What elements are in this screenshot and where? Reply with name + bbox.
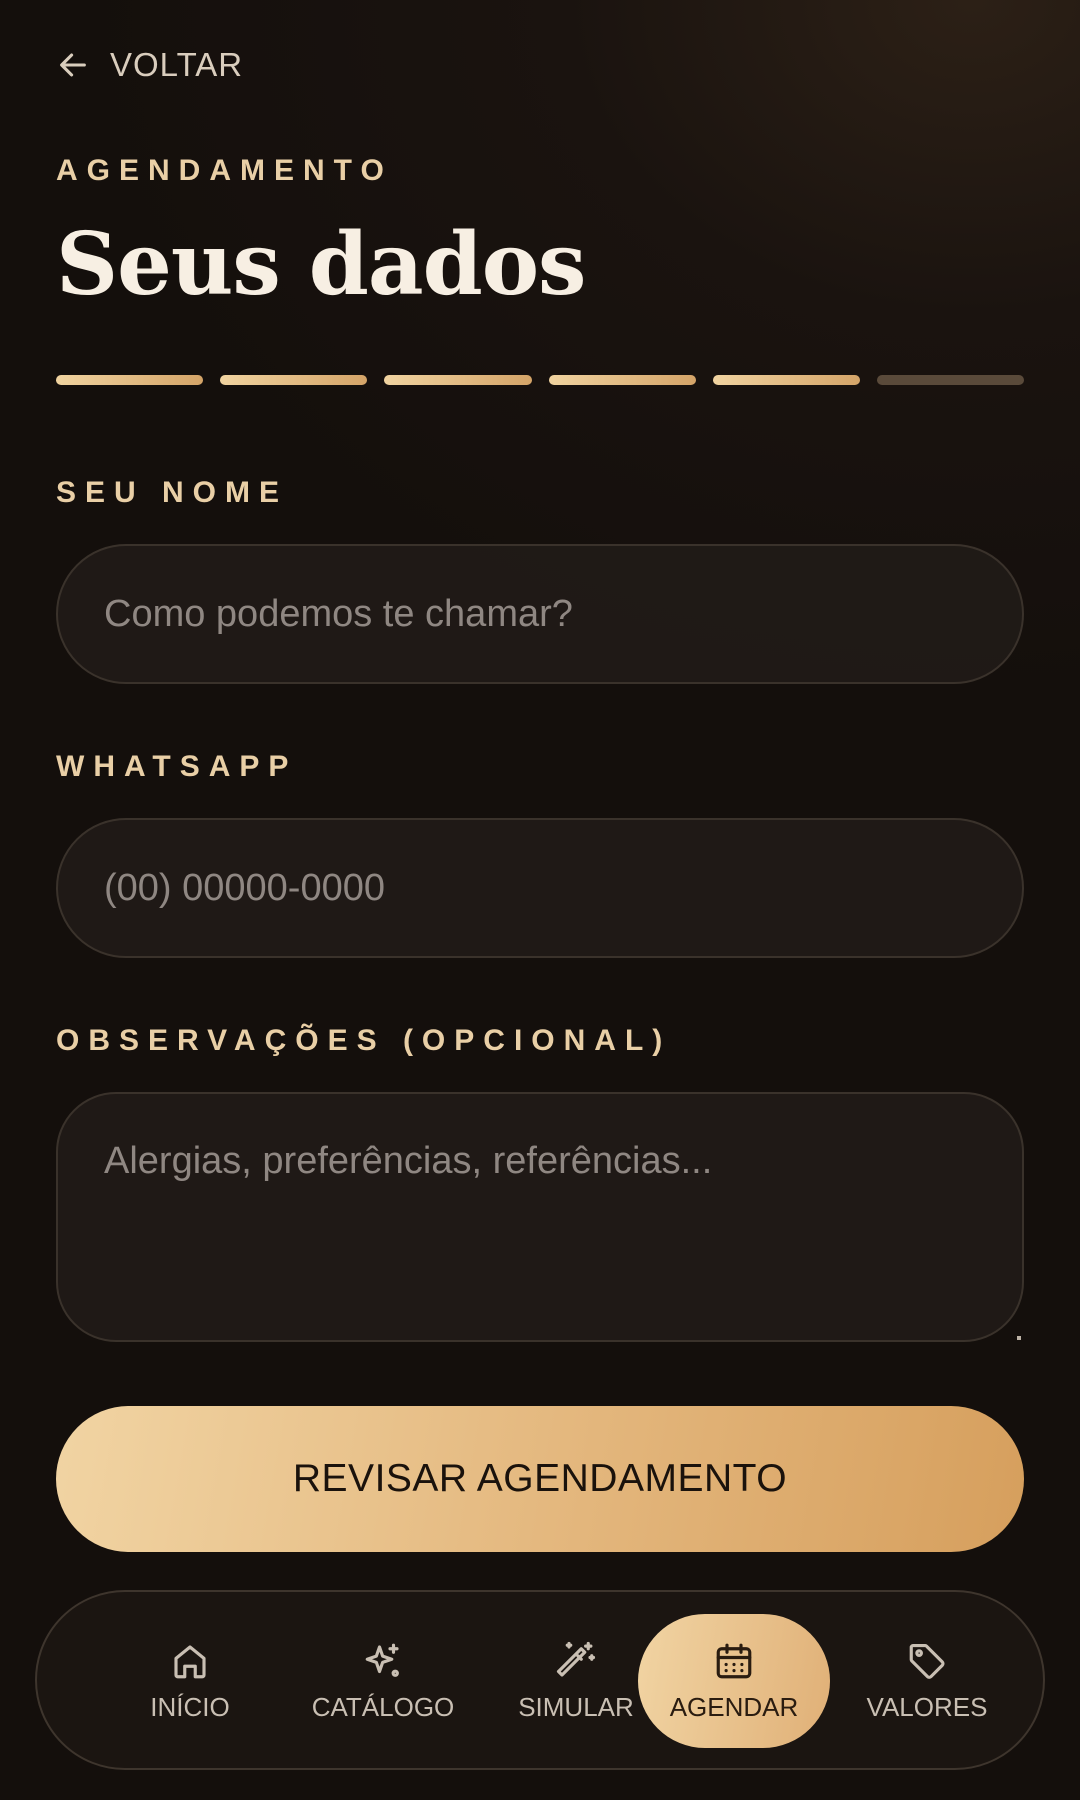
home-icon — [174, 1644, 206, 1678]
nav-label: CATÁLOGO — [311, 1691, 455, 1722]
review-booking-label: REVISAR AGENDAMENTO — [292, 1457, 788, 1500]
progress-step — [384, 375, 532, 385]
page-title: Seus dados — [56, 214, 586, 315]
nav-item-valores[interactable]: VALORES — [831, 1614, 1023, 1748]
sparkles-icon — [365, 1643, 399, 1677]
arrow-left-icon — [60, 53, 86, 77]
progress-step — [548, 375, 696, 385]
back-button[interactable]: VOLTAR — [56, 46, 243, 84]
calendar-icon — [716, 1643, 752, 1678]
tag-icon — [909, 1643, 945, 1679]
nav-label: VALORES — [866, 1691, 988, 1722]
notes-label: OBSERVAÇÕES (OPCIONAL) — [56, 1024, 672, 1057]
name-input[interactable]: Como podemos te chamar? — [56, 544, 1024, 684]
nav-item-catalogo[interactable]: CATÁLOGO — [287, 1614, 479, 1748]
review-booking-button[interactable]: REVISAR AGENDAMENTO — [56, 1406, 1024, 1552]
name-placeholder: Como podemos te chamar? — [104, 592, 573, 635]
progress-step — [56, 375, 204, 385]
whatsapp-placeholder: (00) 00000-0000 — [104, 866, 385, 909]
magic-wand-icon — [556, 1641, 596, 1677]
back-label: VOLTAR — [110, 46, 244, 83]
progress-stepper — [56, 375, 1025, 385]
section-eyebrow: AGENDAMENTO — [56, 154, 393, 187]
nav-label: INÍCIO — [150, 1691, 230, 1722]
nav-item-inicio[interactable]: INÍCIO — [94, 1614, 286, 1748]
progress-step — [876, 375, 1025, 385]
progress-step — [712, 375, 860, 385]
nav-label: AGENDAR — [669, 1691, 799, 1722]
whatsapp-input[interactable]: (00) 00000-0000 — [56, 818, 1024, 958]
name-label: SEU NOME — [56, 476, 289, 509]
nav-label: SIMULAR — [518, 1691, 634, 1722]
nav-item-agendar[interactable]: AGENDAR — [638, 1614, 830, 1748]
whatsapp-label: WHATSAPP — [56, 750, 298, 783]
progress-step — [220, 375, 368, 385]
bottom-navigation: INÍCIO CATÁLOGO SIMULAR AGENDAR VALORES — [35, 1590, 1045, 1770]
notes-placeholder: Alergias, preferências, referências... — [104, 1140, 713, 1182]
notes-textarea[interactable]: Alergias, preferências, referências... — [56, 1092, 1024, 1342]
textarea-resize-handle[interactable] — [1017, 1336, 1021, 1340]
